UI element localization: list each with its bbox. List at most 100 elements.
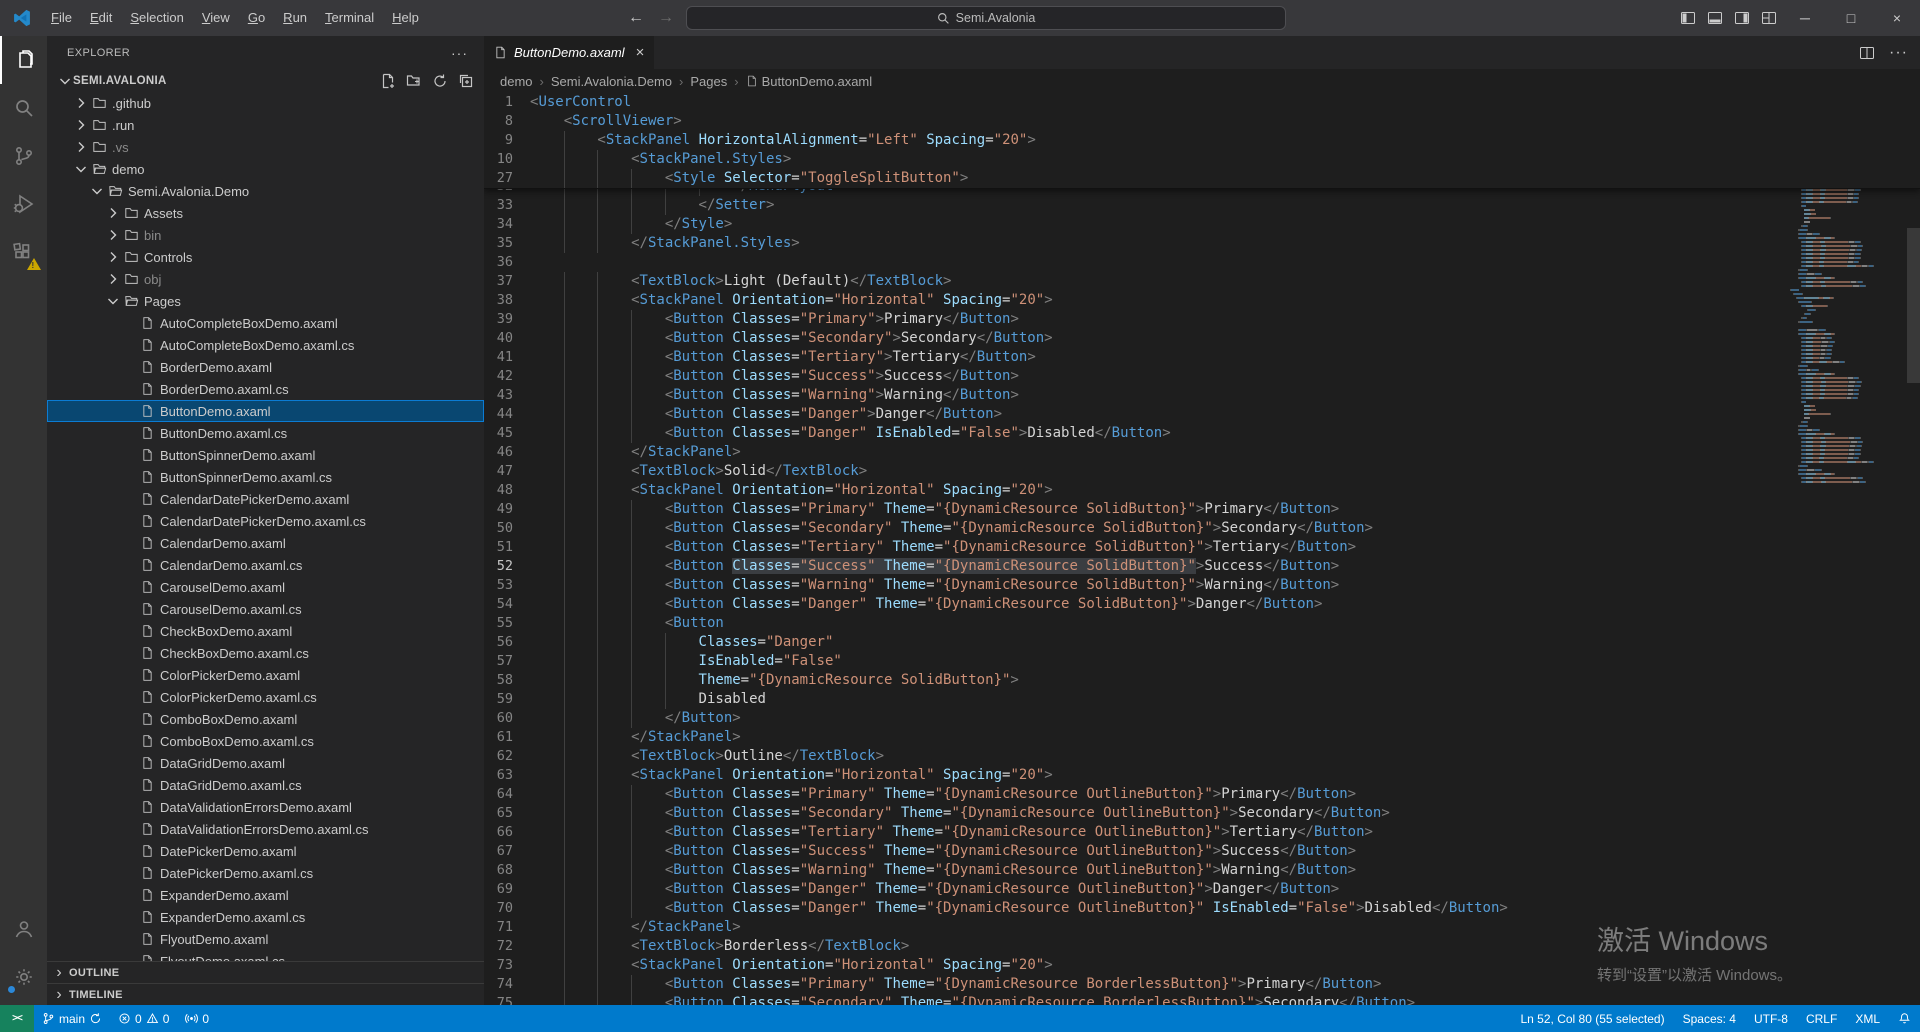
toggle-panel-icon[interactable] <box>1701 0 1728 36</box>
tree-root[interactable]: SEMI.AVALONIA <box>47 70 484 92</box>
tree-item-datepickerdemo.axaml[interactable]: DatePickerDemo.axaml <box>47 840 484 862</box>
refresh-icon[interactable] <box>432 73 448 89</box>
menu-terminal[interactable]: Terminal <box>316 0 383 36</box>
tree-item-.vs[interactable]: .vs <box>47 136 484 158</box>
notifications-bell[interactable] <box>1889 1005 1920 1032</box>
explorer-icon[interactable] <box>0 36 47 84</box>
tree-item-.github[interactable]: .github <box>47 92 484 114</box>
extensions-icon[interactable] <box>0 228 47 276</box>
collapse-all-icon[interactable] <box>458 73 474 89</box>
tree-item-autocompleteboxdemo.axaml.cs[interactable]: AutoCompleteBoxDemo.axaml.cs <box>47 334 484 356</box>
tree-item-datavalidationerrorsdemo.axaml.cs[interactable]: DataValidationErrorsDemo.axaml.cs <box>47 818 484 840</box>
menu-file[interactable]: File <box>42 0 81 36</box>
new-folder-icon[interactable] <box>406 73 422 89</box>
tree-item-colorpickerdemo.axaml[interactable]: ColorPickerDemo.axaml <box>47 664 484 686</box>
tree-item-buttondemo.axaml.cs[interactable]: ButtonDemo.axaml.cs <box>47 422 484 444</box>
cursor-position[interactable]: Ln 52, Col 80 (55 selected) <box>1512 1005 1674 1032</box>
menu-view[interactable]: View <box>193 0 239 36</box>
tree-item-carouseldemo.axaml[interactable]: CarouselDemo.axaml <box>47 576 484 598</box>
encoding-setting[interactable]: UTF-8 <box>1745 1005 1797 1032</box>
line-number: 62 <box>484 747 530 766</box>
tree-item-datepickerdemo.axaml.cs[interactable]: DatePickerDemo.axaml.cs <box>47 862 484 884</box>
more-actions-icon[interactable]: ··· <box>1889 44 1908 62</box>
tree-item-calendardatepickerdemo.axaml[interactable]: CalendarDatePickerDemo.axaml <box>47 488 484 510</box>
breadcrumb-item-demo[interactable]: demo <box>500 74 533 89</box>
breadcrumb-item-buttondemo.axaml[interactable]: ButtonDemo.axaml <box>746 74 873 89</box>
menu-go[interactable]: Go <box>239 0 274 36</box>
tree-item-assets[interactable]: Assets <box>47 202 484 224</box>
tree-item-datavalidationerrorsdemo.axaml[interactable]: DataValidationErrorsDemo.axaml <box>47 796 484 818</box>
run-debug-icon[interactable] <box>0 180 47 228</box>
breadcrumb-item-semi.avalonia.demo[interactable]: Semi.Avalonia.Demo <box>551 74 672 89</box>
remote-indicator[interactable]: >< <box>0 1005 34 1032</box>
tree-item-.run[interactable]: .run <box>47 114 484 136</box>
forward-arrow-icon[interactable]: → <box>658 9 674 27</box>
tree-item-datagriddemo.axaml[interactable]: DataGridDemo.axaml <box>47 752 484 774</box>
code-viewport[interactable]: 32</MenuFlyout>33</Setter>34</Style>35</… <box>484 93 1920 1005</box>
tree-item-borderdemo.axaml.cs[interactable]: BorderDemo.axaml.cs <box>47 378 484 400</box>
tree-item-autocompleteboxdemo.axaml[interactable]: AutoCompleteBoxDemo.axaml <box>47 312 484 334</box>
problems-indicator[interactable]: 0 0 <box>110 1005 177 1032</box>
tab-buttondemo[interactable]: ButtonDemo.axaml × <box>484 36 654 69</box>
new-file-icon[interactable] <box>380 73 396 89</box>
tree-item-pages[interactable]: Pages <box>47 290 484 312</box>
tree-item-semi.avalonia.demo[interactable]: Semi.Avalonia.Demo <box>47 180 484 202</box>
settings-gear-icon[interactable] <box>0 953 47 1001</box>
tree-item-buttonspinnerdemo.axaml.cs[interactable]: ButtonSpinnerDemo.axaml.cs <box>47 466 484 488</box>
tree-item-calendardemo.axaml[interactable]: CalendarDemo.axaml <box>47 532 484 554</box>
tree-item-label: ButtonDemo.axaml <box>160 404 271 419</box>
tree-item-borderdemo.axaml[interactable]: BorderDemo.axaml <box>47 356 484 378</box>
breadcrumb-item-pages[interactable]: Pages <box>690 74 727 89</box>
language-mode[interactable]: XML <box>1846 1005 1889 1032</box>
tree-item-expanderdemo.axaml.cs[interactable]: ExpanderDemo.axaml.cs <box>47 906 484 928</box>
outline-section[interactable]: › OUTLINE <box>47 961 484 983</box>
branch-indicator[interactable]: main <box>34 1005 110 1032</box>
code-line-27: 27<Style Selector="ToggleSplitButton"> <box>484 169 1920 188</box>
close-button[interactable]: × <box>1874 0 1920 36</box>
tree-item-calendardemo.axaml.cs[interactable]: CalendarDemo.axaml.cs <box>47 554 484 576</box>
tree-item-controls[interactable]: Controls <box>47 246 484 268</box>
tree-item-datagriddemo.axaml.cs[interactable]: DataGridDemo.axaml.cs <box>47 774 484 796</box>
indentation-setting[interactable]: Spaces: 4 <box>1674 1005 1745 1032</box>
timeline-section[interactable]: › TIMELINE <box>47 983 484 1005</box>
menu-help[interactable]: Help <box>383 0 428 36</box>
extensions-warning-badge <box>27 258 41 270</box>
sidebar-more-actions-icon[interactable]: ··· <box>451 45 468 61</box>
split-editor-icon[interactable] <box>1859 45 1875 61</box>
source-control-icon[interactable] <box>0 132 47 180</box>
tree-item-demo[interactable]: demo <box>47 158 484 180</box>
menu-run[interactable]: Run <box>274 0 316 36</box>
chevron-spacer <box>121 425 137 441</box>
tree-item-buttondemo.axaml[interactable]: ButtonDemo.axaml <box>47 400 484 422</box>
vertical-scrollbar[interactable] <box>1907 228 1920 383</box>
tree-item-flyoutdemo.axaml[interactable]: FlyoutDemo.axaml <box>47 928 484 950</box>
tree-item-obj[interactable]: obj <box>47 268 484 290</box>
tree-item-bin[interactable]: bin <box>47 224 484 246</box>
code-line-56: 56Classes="Danger" <box>484 633 1920 652</box>
menu-selection[interactable]: Selection <box>121 0 192 36</box>
tree-item-calendardatepickerdemo.axaml.cs[interactable]: CalendarDatePickerDemo.axaml.cs <box>47 510 484 532</box>
menu-edit[interactable]: Edit <box>81 0 121 36</box>
accounts-icon[interactable] <box>0 905 47 953</box>
tree-item-comboboxdemo.axaml[interactable]: ComboBoxDemo.axaml <box>47 708 484 730</box>
maximize-button[interactable]: □ <box>1828 0 1874 36</box>
toggle-sidebar-icon[interactable] <box>1674 0 1701 36</box>
eol-setting[interactable]: CRLF <box>1797 1005 1846 1032</box>
toggle-secondary-sidebar-icon[interactable] <box>1728 0 1755 36</box>
tree-item-comboboxdemo.axaml.cs[interactable]: ComboBoxDemo.axaml.cs <box>47 730 484 752</box>
tree-item-checkboxdemo.axaml.cs[interactable]: CheckBoxDemo.axaml.cs <box>47 642 484 664</box>
tree-item-checkboxdemo.axaml[interactable]: CheckBoxDemo.axaml <box>47 620 484 642</box>
customize-layout-icon[interactable] <box>1755 0 1782 36</box>
tree-item-label: BorderDemo.axaml.cs <box>160 382 289 397</box>
tree-item-expanderdemo.axaml[interactable]: ExpanderDemo.axaml <box>47 884 484 906</box>
ports-indicator[interactable]: 0 <box>177 1005 217 1032</box>
command-center-search[interactable]: Semi.Avalonia <box>686 6 1286 30</box>
tab-close-icon[interactable]: × <box>636 44 645 61</box>
back-arrow-icon[interactable]: ← <box>628 9 644 27</box>
tree-item-carouseldemo.axaml.cs[interactable]: CarouselDemo.axaml.cs <box>47 598 484 620</box>
minimize-button[interactable]: ─ <box>1782 0 1828 36</box>
tree-item-buttonspinnerdemo.axaml[interactable]: ButtonSpinnerDemo.axaml <box>47 444 484 466</box>
search-view-icon[interactable] <box>0 84 47 132</box>
line-content: </Setter> <box>530 196 774 215</box>
tree-item-colorpickerdemo.axaml.cs[interactable]: ColorPickerDemo.axaml.cs <box>47 686 484 708</box>
